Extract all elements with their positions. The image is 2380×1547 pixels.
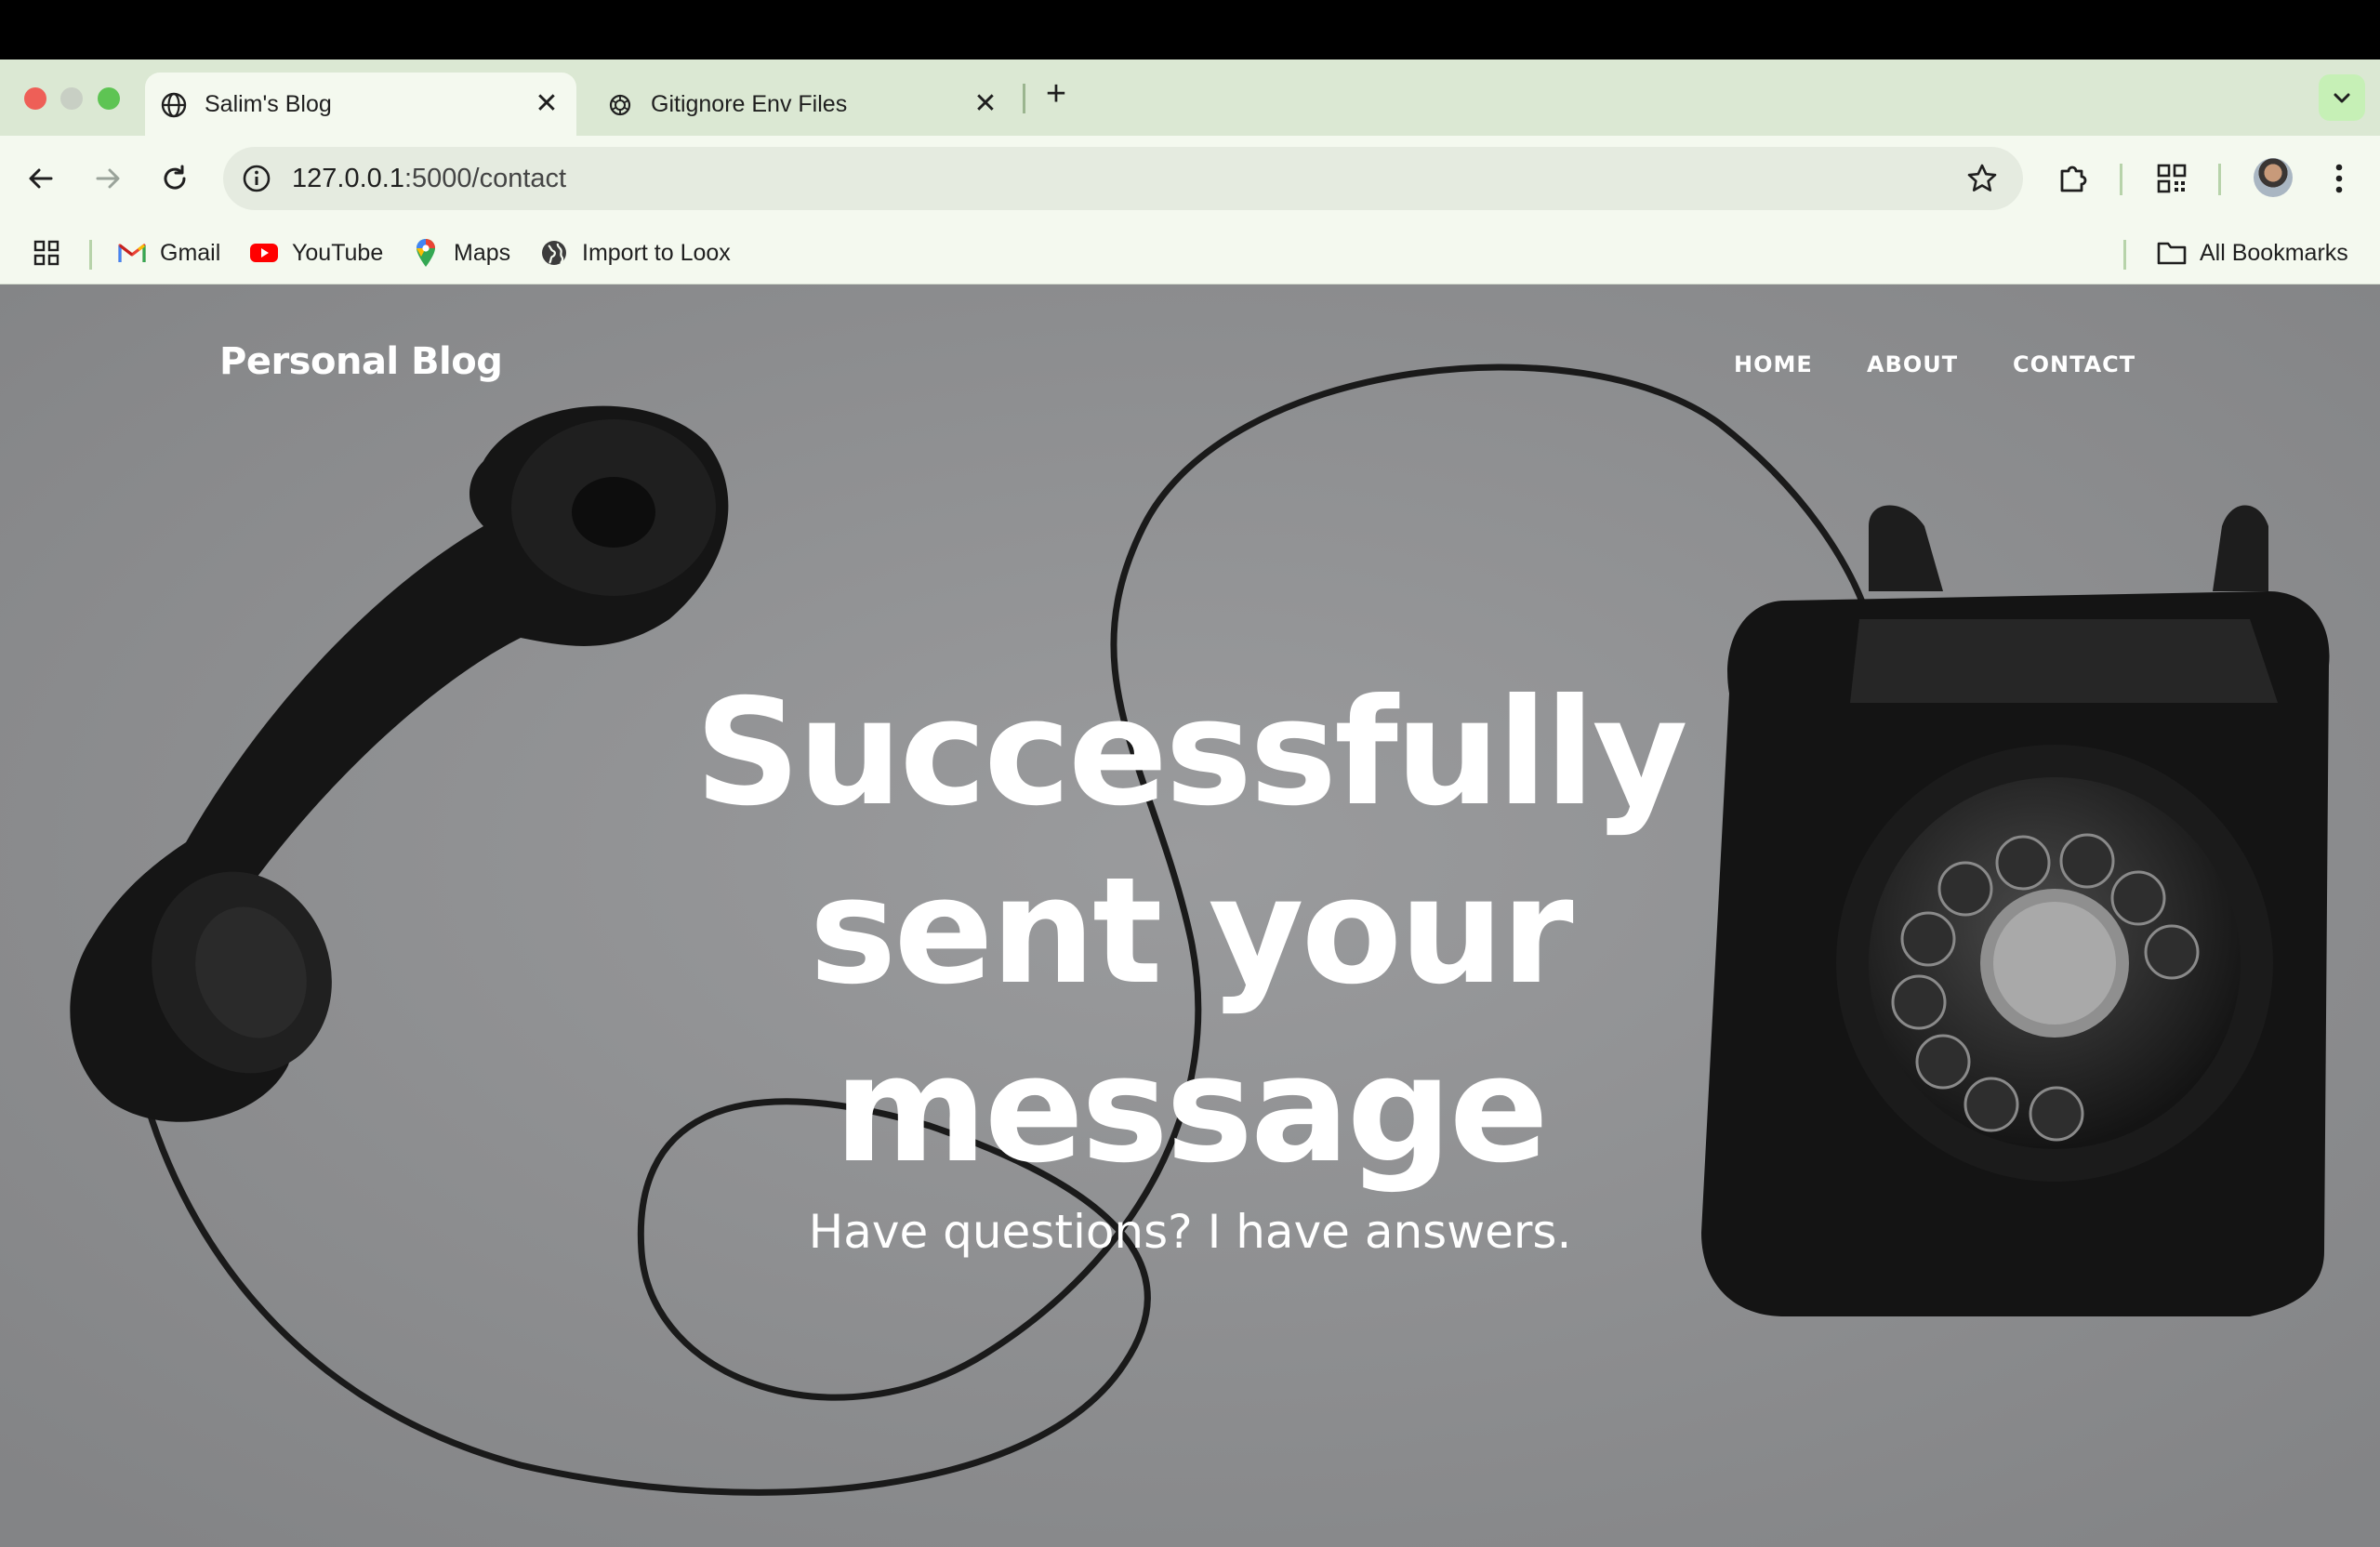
hero-heading-line: message: [834, 1025, 1549, 1196]
close-tab-icon[interactable]: ✕: [969, 87, 1002, 121]
bookmark-label: Gmail: [160, 239, 221, 266]
web-page: Personal Blog HOME ABOUT CONTACT Success…: [0, 284, 2380, 1547]
os-menu-strip: [0, 0, 2380, 60]
rotary-telephone: [1701, 505, 2330, 1316]
bookmark-maps[interactable]: Maps: [411, 234, 510, 271]
address-bar[interactable]: 127.0.0.1:5000/contact: [223, 147, 2023, 210]
tab-strip: Salim's Blog ✕ Gitignore Env Files ✕ +: [0, 60, 2380, 136]
bookmark-label: YouTube: [292, 239, 384, 266]
nav-home-link[interactable]: HOME: [1734, 351, 1813, 377]
tab-title: Salim's Blog: [205, 91, 332, 117]
back-button[interactable]: [19, 156, 63, 201]
puzzle-icon: [2060, 165, 2087, 192]
qr-code-button[interactable]: [2149, 156, 2194, 201]
bookmark-import-to-loox[interactable]: Import to Loox: [539, 234, 731, 271]
bookmark-gmail[interactable]: Gmail: [117, 234, 220, 271]
hero-subheading: Have questions? I have answers.: [808, 1205, 1572, 1259]
apps-grid-icon: [32, 238, 61, 268]
maps-icon: [411, 238, 441, 268]
browser-menu-button[interactable]: [2317, 156, 2361, 201]
tab-gitignore-env-files[interactable]: Gitignore Env Files ✕: [591, 73, 1015, 136]
reload-button[interactable]: [152, 156, 197, 201]
gmail-icon: [117, 238, 147, 268]
bookmark-separator: [2123, 240, 2126, 270]
browser-toolbar: 127.0.0.1:5000/contact: [0, 136, 2380, 221]
bookmark-label: Maps: [454, 239, 511, 266]
hero-heading: Successfully sent your message: [632, 664, 1748, 1199]
bookmarks-bar: Gmail YouTube Maps Import to Loox All Bo…: [0, 221, 2380, 284]
url-host: 127.0.0.1: [292, 164, 404, 193]
all-bookmarks-button[interactable]: All Bookmarks: [2157, 234, 2348, 271]
hero-heading-line: Successfully: [694, 668, 1687, 839]
openai-icon: [606, 91, 634, 119]
toolbar-divider: [2218, 164, 2221, 195]
more-vertical-icon: [2335, 164, 2343, 193]
tab-search-button[interactable]: [2319, 74, 2365, 121]
bookmark-label: Import to Loox: [582, 239, 731, 266]
url-text[interactable]: 127.0.0.1:5000/contact: [292, 164, 566, 194]
bookmark-star-icon[interactable]: [1965, 162, 1999, 195]
globe-icon: [539, 238, 569, 268]
hero-heading-line: sent your: [809, 846, 1573, 1017]
chevron-down-icon: [2334, 93, 2350, 103]
url-path: :5000/contact: [403, 164, 567, 193]
arrow-left-icon: [29, 168, 53, 189]
folder-icon: [2157, 238, 2187, 268]
site-brand[interactable]: Personal Blog: [219, 340, 503, 383]
maximize-window-button[interactable]: [98, 87, 120, 110]
minimize-window-button[interactable]: [60, 87, 83, 110]
profile-avatar[interactable]: [2254, 158, 2293, 197]
close-tab-icon[interactable]: ✕: [530, 87, 563, 121]
nav-contact-link[interactable]: CONTACT: [2013, 351, 2135, 377]
bookmark-separator: [89, 240, 92, 270]
apps-button[interactable]: [32, 234, 74, 271]
site-info-icon[interactable]: [238, 160, 275, 197]
extensions-button[interactable]: [2051, 156, 2096, 201]
all-bookmarks-label: All Bookmarks: [2200, 239, 2348, 266]
nav-about-link[interactable]: ABOUT: [1867, 351, 1958, 377]
close-window-button[interactable]: [24, 87, 46, 110]
forward-button[interactable]: [86, 156, 130, 201]
tab-salims-blog[interactable]: Salim's Blog ✕: [145, 73, 576, 136]
qr-code-icon: [2157, 164, 2187, 193]
tab-separator: [1023, 84, 1025, 113]
reload-icon: [164, 165, 186, 190]
globe-icon: [160, 91, 188, 119]
bookmark-youtube[interactable]: YouTube: [249, 234, 383, 271]
arrow-right-icon: [96, 168, 120, 189]
tab-title: Gitignore Env Files: [651, 91, 848, 117]
youtube-icon: [249, 238, 279, 268]
new-tab-button[interactable]: +: [1038, 76, 1075, 113]
toolbar-divider: [2120, 164, 2122, 195]
